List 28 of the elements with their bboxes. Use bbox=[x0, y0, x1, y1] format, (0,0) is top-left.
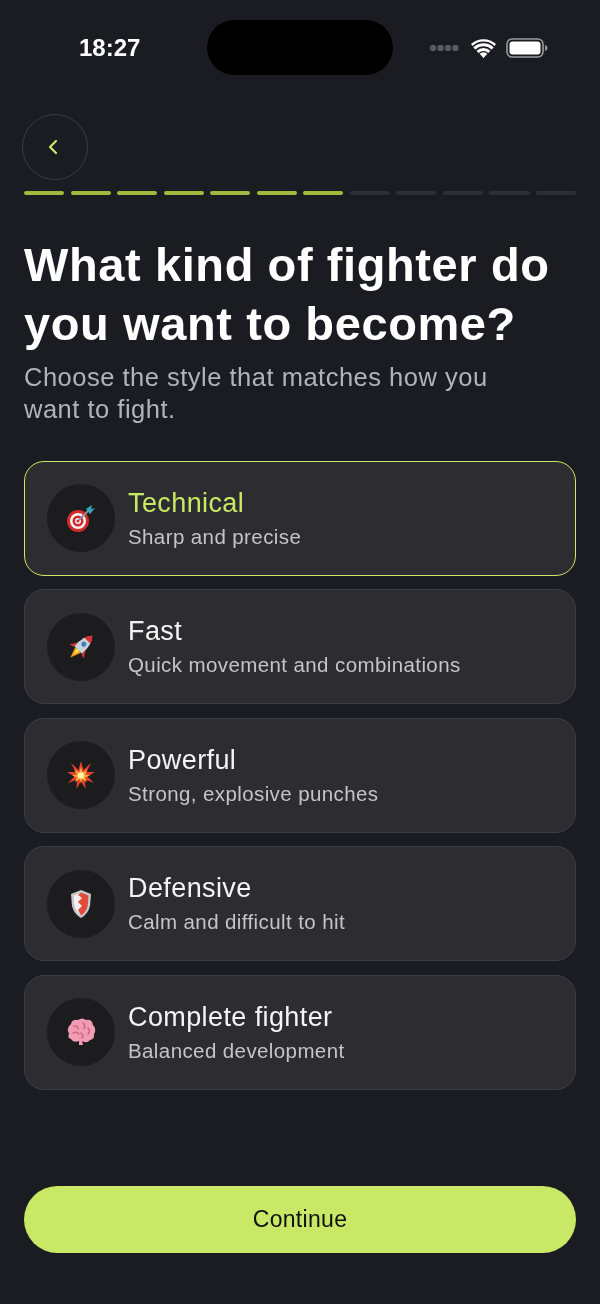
target-icon bbox=[47, 484, 115, 552]
option-card[interactable]: Technical Sharp and precise bbox=[24, 460, 576, 576]
page-title: What kind of fighter do you want to become? bbox=[24, 236, 551, 352]
shield-icon bbox=[47, 869, 115, 938]
wifi-icon bbox=[471, 38, 496, 58]
option-description: Quick movement and combinations bbox=[128, 652, 461, 678]
battery-icon bbox=[506, 38, 548, 58]
option-card[interactable]: Complete fighter Balanced development bbox=[24, 974, 576, 1090]
rocket-icon bbox=[47, 612, 115, 681]
option-card[interactable]: Fast Quick movement and combinations bbox=[24, 589, 576, 704]
status-time: 18:27 bbox=[79, 34, 141, 62]
signal-icon bbox=[429, 44, 459, 52]
option-card[interactable]: Powerful Strong, explosive punches bbox=[24, 717, 576, 833]
option-title: Fast bbox=[128, 615, 184, 647]
option-title: Powerful bbox=[128, 743, 238, 776]
option-description: Strong, explosive punches bbox=[128, 780, 379, 807]
continue-button[interactable]: Continue bbox=[24, 1186, 576, 1253]
option-title: Defensive bbox=[128, 872, 253, 904]
option-title: Technical bbox=[128, 486, 246, 519]
page-subtitle: Choose the style that matches how you want to fight. bbox=[24, 361, 489, 425]
option-description: Balanced development bbox=[128, 1037, 345, 1064]
chevron-left-icon bbox=[48, 139, 58, 155]
option-description: Sharp and precise bbox=[128, 523, 302, 550]
option-title: Complete fighter bbox=[128, 1000, 334, 1033]
option-card[interactable]: Defensive Calm and difficult to hit bbox=[24, 846, 576, 961]
brain-icon bbox=[47, 998, 115, 1066]
explosion-icon bbox=[47, 741, 115, 809]
option-description: Calm and difficult to hit bbox=[128, 909, 345, 935]
